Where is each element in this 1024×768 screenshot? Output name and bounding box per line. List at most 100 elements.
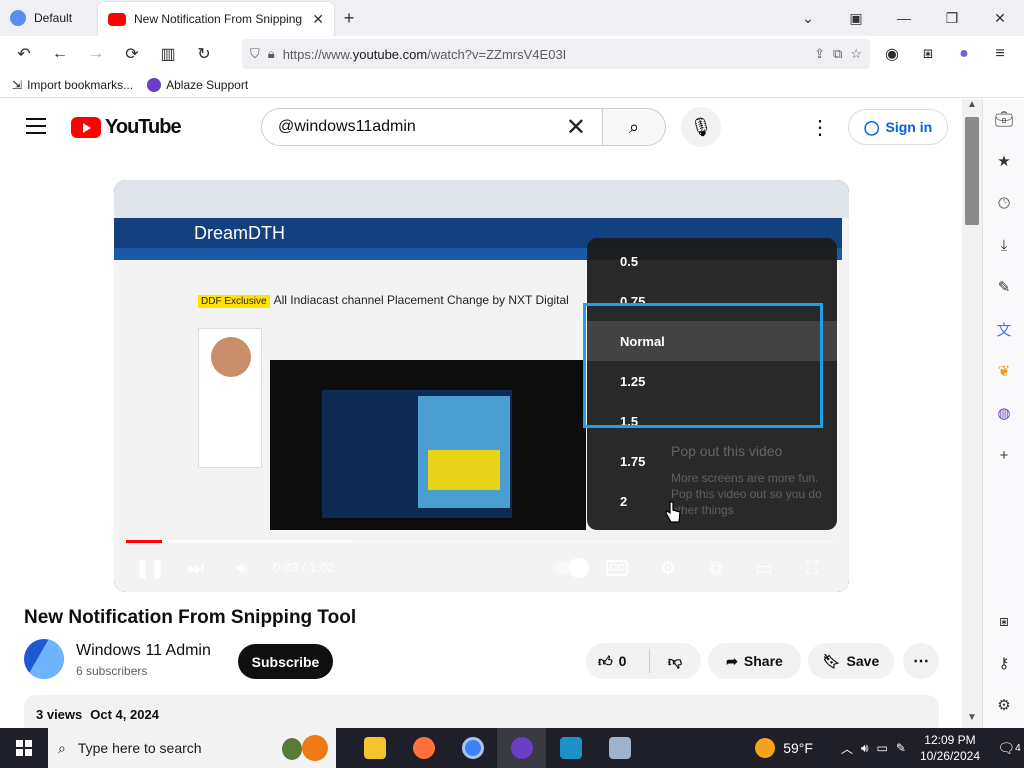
forward-button[interactable]: → [78,39,114,69]
theater-mode-icon[interactable]: ▭ [750,556,778,580]
lock-icon[interactable]: 🔒︎ [268,46,275,62]
sidebar-toggle-icon[interactable]: ▥ [150,39,186,69]
youtube-favicon-icon [108,12,126,26]
microphone-icon: 🎙︎ [689,116,713,137]
clear-search-icon[interactable]: ✕ [566,113,586,142]
reload-button[interactable]: ↻ [186,39,222,69]
taskbar-file-explorer[interactable] [350,728,399,768]
miniplayer-icon[interactable]: ⧉ [702,556,730,580]
taskbar-ablaze[interactable] [497,728,546,768]
pause-icon[interactable]: ❚❚ [135,556,165,580]
weather-widget[interactable]: 59°F [755,738,813,758]
account-icon[interactable]: ◉ [874,39,910,69]
save-button[interactable]: 🔖︎ Save [808,643,894,679]
search-button[interactable]: ⌕ [602,108,666,146]
notification-button[interactable]: 🗨︎ 4 [994,740,1024,757]
share-icon[interactable]: ⇪ [814,46,825,62]
clock-time: 12:09 PM [924,733,976,747]
autoplay-toggle[interactable] [553,558,589,578]
briefcase-icon[interactable]: 💼︎ [992,107,1016,131]
url-text[interactable]: https://www.youtube.com/watch?v=ZZmrsV4E… [283,47,806,62]
network-tray-icon[interactable]: ▭ [877,741,888,755]
pen-tray-icon[interactable]: ✎ [896,741,906,755]
gourd-icon [282,738,302,760]
subscribe-button[interactable]: Subscribe [238,644,333,679]
new-tab-button[interactable]: + [334,3,364,33]
pen-icon[interactable]: ✎ [992,275,1016,299]
minimize-button[interactable]: — [880,0,928,36]
restore-button[interactable]: ❐ [928,0,976,36]
taskbar-chrome[interactable] [448,728,497,768]
bookmark-import[interactable]: ⇲ Import bookmarks... [12,78,133,92]
tab-youtube[interactable]: New Notification From Snipping ✕ [98,2,334,36]
taskbar-firefox[interactable] [399,728,448,768]
search-input[interactable]: @windows11admin ✕ [261,108,603,146]
youtube-logo[interactable]: YouTube [71,116,182,139]
start-button[interactable] [0,728,48,768]
sidebar-settings-icon[interactable]: ⚙ [992,693,1016,717]
volume-icon[interactable]: 🔊︎ [228,556,256,580]
settings-gear-icon[interactable]: ⚙ [654,556,682,580]
ablaze-sidebar-icon[interactable]: ◍ [992,401,1016,425]
favorites-star-icon[interactable]: ★ [992,149,1016,173]
history-clock-icon[interactable]: 🕒︎ [992,191,1016,215]
bookmark-label: Import bookmarks... [27,77,134,92]
more-actions-button[interactable]: ⋯ [903,643,939,679]
menu-icon[interactable]: ≡ [982,39,1018,69]
volume-tray-icon[interactable]: 🔊︎ [861,741,869,756]
back-button[interactable]: ← [42,39,78,69]
like-dislike-group: 👍︎ 0 👎︎ [586,643,701,679]
share-button[interactable]: ➦ Share [708,643,801,679]
windows-taskbar: ⌕ Type here to search 59°F ︿ 🔊︎ ▭ ✎ 12:0… [0,728,1024,768]
list-tabs-chevron-icon[interactable]: ⌄ [784,0,832,36]
clock[interactable]: 12:09 PM 10/26/2024 [920,732,980,764]
taskbar-search[interactable]: ⌕ Type here to search [48,728,336,768]
tracking-protection-shield-icon[interactable]: ⛉ [250,46,260,62]
speed-option[interactable]: 0.5 [587,241,837,281]
channel-name[interactable]: Windows 11 Admin [76,642,211,660]
more-options-icon[interactable]: ⋮ [810,115,830,139]
taskbar-app-network[interactable] [595,728,644,768]
bookmark-star-icon[interactable]: ☆ [850,46,862,62]
scroll-thumb[interactable] [965,117,979,225]
voice-search-button[interactable]: 🎙︎ [681,107,721,147]
downloads-icon[interactable]: ⤓ [992,233,1016,257]
channel-avatar[interactable] [24,639,64,679]
url-bar[interactable]: ⛉ 🔒︎ https://www.youtube.com/watch?v=ZZm… [242,39,870,69]
page-scrollbar[interactable]: ▲ ▼ [962,99,982,728]
firefox-view-button[interactable]: ▣ [832,0,880,36]
extensions-icon[interactable]: ⧆ [910,39,946,69]
hamburger-menu-icon[interactable] [26,118,46,134]
like-count: 0 [618,653,627,669]
sync-icon[interactable]: ⟳ [114,39,150,69]
description-box[interactable]: 3 views Oct 4, 2024 [24,695,939,728]
add-panel-icon[interactable]: + [992,443,1016,467]
profile-icon[interactable]: ● [946,39,982,69]
pip-icon[interactable]: ⧉ [833,46,842,62]
scroll-up-icon[interactable]: ▲ [962,99,982,115]
progress-bar[interactable] [126,540,836,543]
puzzle-icon[interactable]: ⧆ [992,609,1016,633]
bookmark-ablaze[interactable]: Ablaze Support [147,77,248,92]
scroll-down-icon[interactable]: ▼ [962,712,982,728]
captions-icon[interactable]: CC [606,560,628,576]
like-button[interactable]: 👍︎ 0 [586,649,650,673]
close-window-button[interactable]: ✕ [976,0,1024,36]
fullscreen-icon[interactable]: ⛶ [798,556,826,580]
leaf-icon[interactable]: ❦ [992,359,1016,383]
logo-text: YouTube [105,116,182,138]
dislike-button[interactable]: 👎︎ [650,653,700,670]
close-tab-icon[interactable]: ✕ [312,11,324,28]
tab-default[interactable]: Default [0,0,98,36]
remote-app-icon [559,737,582,759]
translate-icon[interactable]: 文 [992,317,1016,341]
video-player[interactable]: DreamDTH DDF Exclusive All Indiacast chan… [114,180,849,592]
undo-close-tab-icon[interactable]: ↶ [6,39,42,69]
share-arrow-icon: ➦ [726,652,738,669]
next-icon[interactable]: ⏭︎ [182,556,210,580]
key-icon[interactable]: ⚷ [992,651,1016,675]
taskbar-search-placeholder: Type here to search [77,740,202,756]
taskbar-app-blue[interactable] [546,728,595,768]
sign-in-button[interactable]: ◯ Sign in [848,109,948,145]
tray-chevron-icon[interactable]: ︿ [841,740,853,757]
